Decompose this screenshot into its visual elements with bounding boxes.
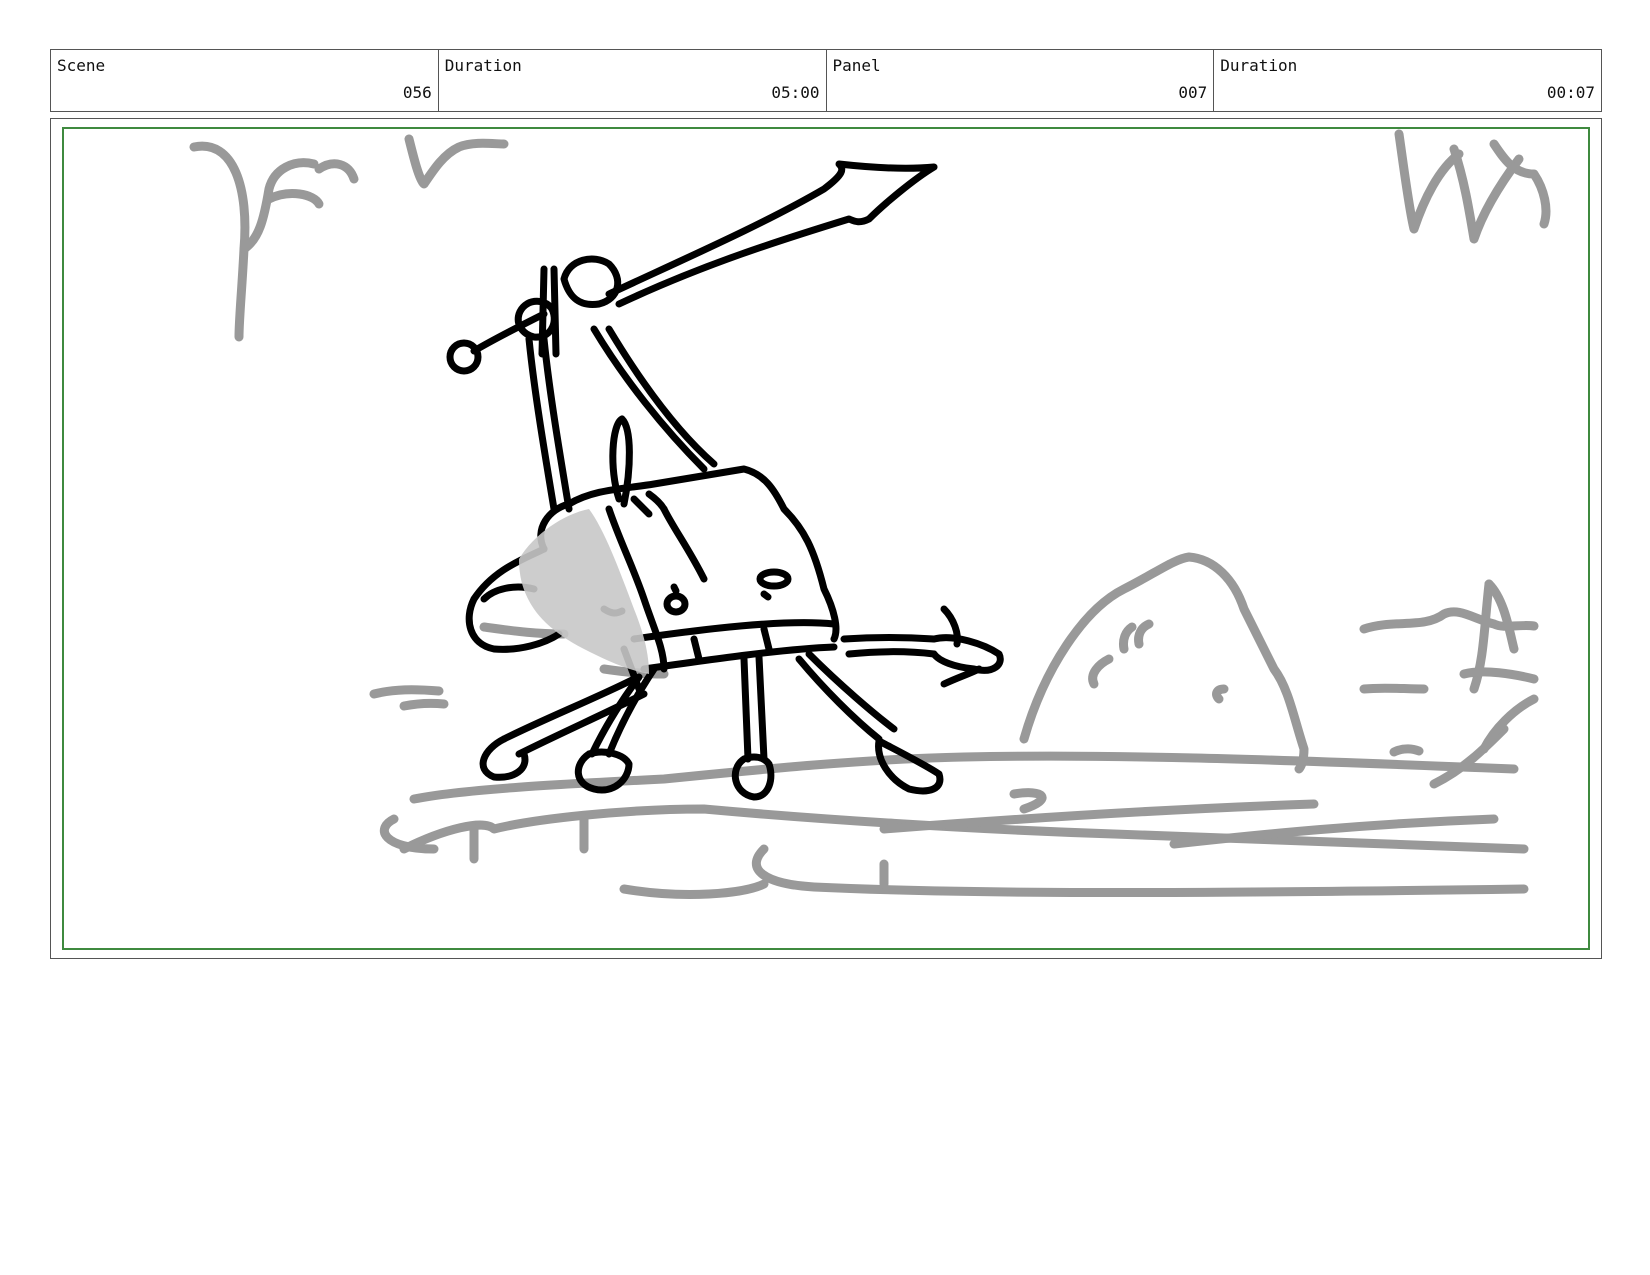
panel-duration-value: 00:07 xyxy=(1546,83,1595,102)
panel-info-header: Scene 056 Duration 05:00 Panel 007 Durat… xyxy=(50,49,1602,112)
storyboard-panel xyxy=(50,118,1602,959)
panel-value: 007 xyxy=(1178,83,1208,102)
scene-duration-value: 05:00 xyxy=(771,83,820,102)
background-sketch xyxy=(189,129,1551,899)
panel-duration-label: Duration xyxy=(1220,56,1298,75)
scene-duration-label: Duration xyxy=(444,56,522,75)
safe-area-frame xyxy=(62,127,1590,950)
scene-duration-cell: Duration 05:00 xyxy=(439,50,827,111)
panel-sketch xyxy=(189,129,1551,899)
panel-duration-cell: Duration 00:07 xyxy=(1214,50,1601,111)
panel-label: Panel xyxy=(832,56,881,75)
character-sketch xyxy=(446,160,1004,801)
panel-cell: Panel 007 xyxy=(827,50,1215,111)
scene-cell: Scene 056 xyxy=(51,50,439,111)
scene-label: Scene xyxy=(57,56,106,75)
scene-value: 056 xyxy=(402,83,432,102)
